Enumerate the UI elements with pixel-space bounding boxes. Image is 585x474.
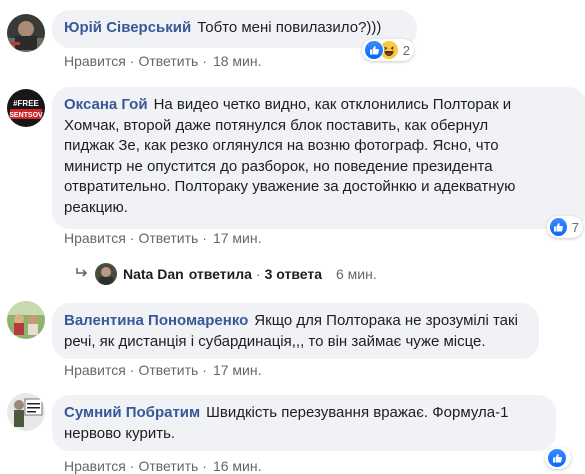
avatar: [95, 263, 117, 285]
comment-time[interactable]: 17 мин.: [213, 362, 262, 378]
comment-text-line: отвратительно. Полтораку уважение за дос…: [64, 178, 516, 195]
like-link[interactable]: Нравится: [64, 362, 126, 378]
avatar-photo: [7, 393, 45, 431]
comment-author[interactable]: Сумний Побратим: [64, 404, 200, 421]
comment-text-line: министр не опустится до разборок, но пов…: [64, 157, 493, 175]
reaction-count: 2: [402, 42, 410, 58]
reply-arrow-icon: [75, 266, 89, 282]
comment-text: Тобто мені повилазило?))): [197, 19, 382, 36]
separator: ·: [202, 362, 207, 378]
comment-time[interactable]: 18 мин.: [213, 53, 262, 69]
avatar[interactable]: [7, 301, 45, 339]
avatar[interactable]: [7, 393, 45, 431]
separator: ·: [202, 230, 207, 246]
separator: ·: [129, 362, 135, 378]
comment-text-line: реакцию.: [64, 198, 128, 216]
reply-link[interactable]: Ответить: [138, 53, 198, 69]
reply-verb: ответила: [188, 266, 252, 282]
comment-bubble: Сумний Побратим Швидкість перезування вра…: [52, 395, 556, 451]
separator: ·: [129, 230, 135, 246]
comment-text-line: Хомчак, второй даже потянулся блок поста…: [64, 116, 489, 134]
separator: ·: [129, 53, 135, 69]
reaction-summary[interactable]: [545, 447, 571, 469]
reply-link[interactable]: Ответить: [138, 230, 198, 246]
avatar-text: SENTSOV: [9, 112, 43, 119]
reply-link[interactable]: Ответить: [138, 362, 198, 378]
reply-time: 6 мин.: [336, 266, 377, 282]
comment-bubble: Валентина Пономаренко Якщо для Полторака …: [52, 303, 539, 359]
avatar-photo: #FREE SENTSOV: [7, 89, 45, 127]
like-icon: [547, 448, 567, 468]
reaction-summary[interactable]: 2: [362, 39, 414, 61]
like-icon: [364, 40, 384, 60]
reply-author[interactable]: Nata Dan: [123, 266, 184, 282]
like-icon: [549, 217, 568, 237]
avatar-photo: [7, 14, 45, 52]
avatar-photo: [7, 301, 45, 339]
reaction-summary[interactable]: 7: [547, 216, 583, 238]
comment-text-line: речі, як дистанція і субардинація,,, то …: [64, 332, 486, 350]
comment-actions: Нравится · Ответить · 17 мин.: [64, 362, 262, 378]
comment-actions: Нравится · Ответить · 18 мин.: [64, 53, 262, 69]
comment-text-line: пиджак Зе, как резко оглянулся на возню …: [64, 137, 499, 154]
comment-text-line: Якщо для Полторака не зрозумілі такі: [254, 312, 518, 329]
avatar[interactable]: [7, 14, 45, 52]
like-link[interactable]: Нравится: [64, 230, 126, 246]
comment-author[interactable]: Валентина Пономаренко: [64, 312, 248, 329]
replies-count[interactable]: 3 ответа: [265, 266, 322, 282]
separator: ·: [202, 53, 207, 69]
like-link[interactable]: Нравится: [64, 53, 126, 69]
avatar[interactable]: #FREE SENTSOV: [7, 89, 45, 127]
comment-author[interactable]: Оксана Гой: [64, 96, 148, 113]
reaction-count: 7: [571, 219, 579, 235]
separator: ·: [255, 266, 261, 282]
replies-summary[interactable]: Nata Dan ответила · 3 ответа 6 мин.: [75, 262, 377, 286]
comment-text-line: На видео четко видно, как отклонились По…: [153, 96, 512, 113]
comment-text-line: нервово курить.: [64, 424, 176, 442]
comment-bubble: Юрій Сіверський Тобто мені повилазило?))): [52, 10, 417, 48]
comment-actions: Нравится · Ответить · 17 мин.: [64, 230, 262, 246]
comment-time[interactable]: 17 мин.: [213, 230, 262, 246]
comment-author[interactable]: Юрій Сіверський: [64, 19, 191, 36]
avatar-text: #FREE: [13, 99, 39, 108]
comment-bubble: Оксана Гой На видео четко видно, как откл…: [52, 87, 585, 229]
comment-text-line: Швидкість перезування вражає. Формула-1: [206, 404, 509, 421]
